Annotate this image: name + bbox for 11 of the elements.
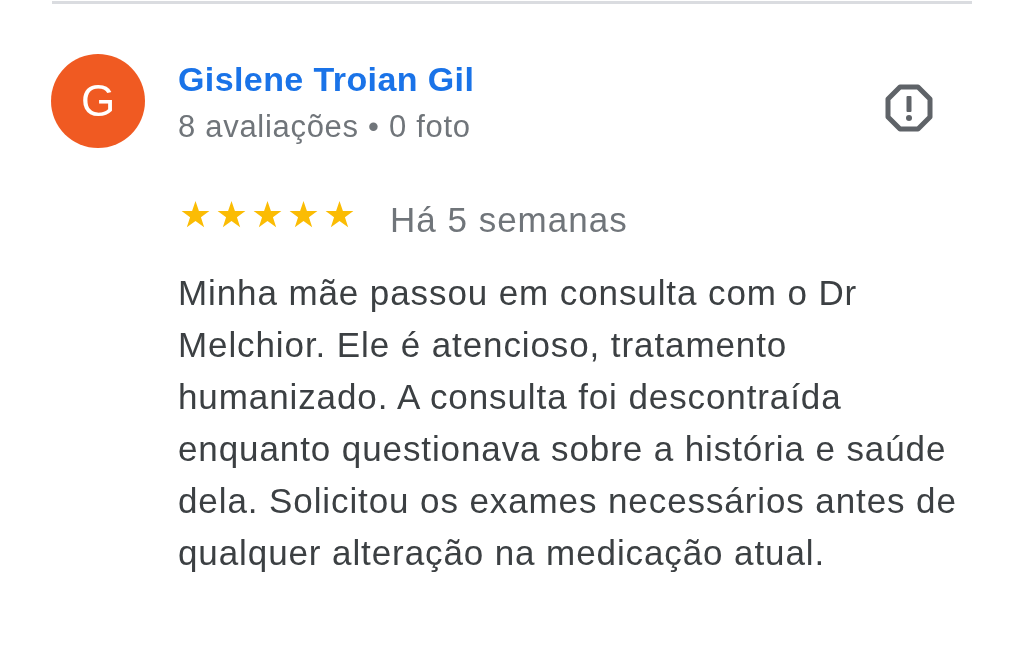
star-icon bbox=[325, 201, 354, 229]
star-icon bbox=[217, 201, 246, 229]
star-icon bbox=[289, 201, 318, 229]
avatar: G bbox=[51, 54, 145, 148]
reviewer-stats: 8 avaliações • 0 foto bbox=[178, 109, 472, 145]
review-time: Há 5 semanas bbox=[390, 200, 628, 240]
reviewer-name[interactable]: Gislene Troian Gil bbox=[178, 59, 475, 99]
star-icon bbox=[253, 201, 282, 229]
star-icon bbox=[181, 201, 210, 229]
report-icon[interactable] bbox=[885, 84, 933, 132]
review-text: Minha mãe passou em consulta com o Dr Melchior. Ele é atencioso, tratamento humanizado. A consulta foi descontraída enquanto questionava sobre a história e saúde dela. Solicitou os exames necessários antes de qualquer alteração na medicação atual. bbox=[178, 272, 958, 574]
